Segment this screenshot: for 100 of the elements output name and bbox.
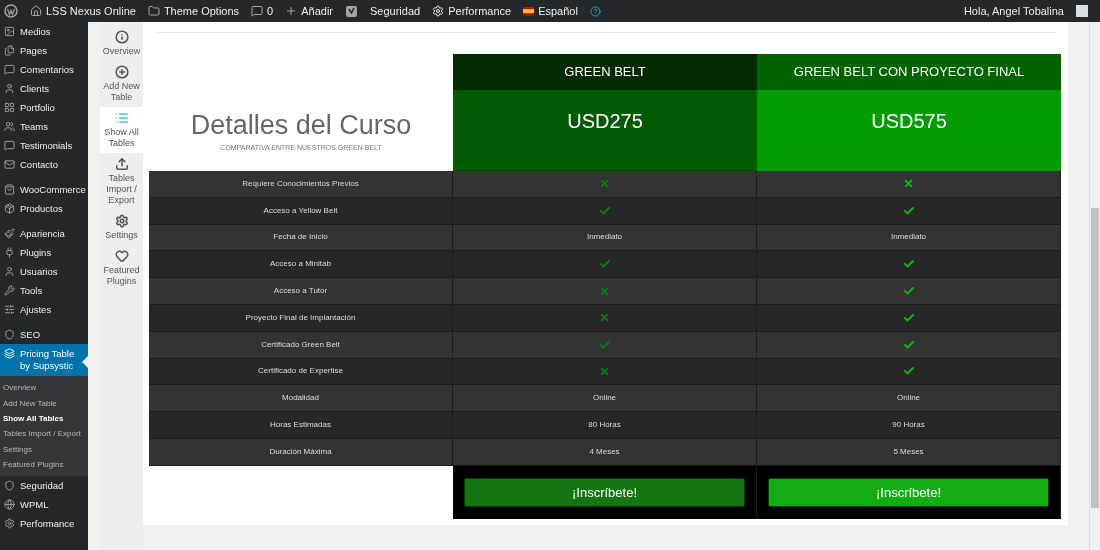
speech-bubble-icon	[4, 139, 15, 151]
feature-value: 80 Horas	[453, 412, 757, 438]
feature-value: Inmediato	[757, 224, 1061, 251]
heart-icon	[114, 249, 129, 263]
admin-menu-item[interactable]: Teams	[0, 117, 88, 136]
admin-submenu-item[interactable]: Show All Tables	[0, 410, 88, 427]
scrollbar[interactable]	[1089, 22, 1100, 550]
admin-menu-item[interactable]: WPML	[0, 495, 88, 515]
add-new-link[interactable]: Añadir	[285, 2, 333, 20]
user-greeting-link[interactable]: Hola, Angel Tobalina	[963, 2, 1064, 20]
wordpress-logo-icon[interactable]	[4, 4, 18, 18]
envelope-icon	[4, 158, 15, 170]
theme-options-link[interactable]: Theme Options	[147, 2, 240, 20]
plan-price: USD275	[567, 109, 643, 134]
feature-label: Acceso a Minitab	[149, 251, 453, 278]
admin-menu-item[interactable]: Plugins	[0, 243, 88, 262]
admin-submenu-item[interactable]: Settings	[0, 441, 88, 457]
plus-icon	[285, 5, 298, 17]
help-icon[interactable]	[589, 5, 601, 17]
plus-circle-icon	[114, 65, 129, 79]
admin-menu-item[interactable]: Performance	[0, 514, 88, 534]
person-icon	[4, 82, 15, 94]
list-icon	[114, 111, 129, 125]
spain-flag-icon	[523, 7, 535, 15]
plan-name: GREEN BELT	[564, 63, 646, 82]
settings-icon	[114, 214, 129, 228]
admin-menu-item[interactable]: Portfolio	[0, 98, 88, 117]
admin-menu-item[interactable]: Clients	[0, 79, 88, 98]
feature-label: Certificado de Expertise	[149, 358, 453, 385]
feature-label: Fecha de Inicio	[149, 224, 453, 251]
admin-submenu-item[interactable]: Add New Table	[0, 395, 88, 411]
plan-name: GREEN BELT CON PROYECTO FINAL	[793, 63, 1025, 82]
feature-label: Acceso a Tutor	[149, 278, 453, 304]
admin-menu-item[interactable]: SEO	[0, 325, 88, 344]
folder-icon	[147, 5, 160, 17]
language-link[interactable]: Español	[523, 2, 578, 20]
person-icon	[4, 265, 15, 277]
feature-label: Proyecto Final de Implantación	[149, 305, 453, 331]
admin-menu-item[interactable]: Pricing Table by Supsystic	[0, 344, 88, 376]
box-icon	[4, 202, 15, 214]
pages-icon	[4, 44, 15, 56]
feature-value: 4 Meses	[453, 438, 757, 465]
table-title: Detalles del Curso	[190, 108, 412, 141]
gear-icon	[432, 5, 445, 17]
current-arrow-icon	[82, 356, 88, 368]
upload-icon	[114, 157, 129, 171]
grid-icon	[4, 101, 15, 113]
plugin-nav-tab[interactable]: Featured Plugins	[100, 245, 143, 291]
scrollbar-thumb[interactable]	[1091, 208, 1099, 508]
feature-label: Requiere Conocimientos Previos	[149, 171, 453, 197]
feature-value: 90 Horas	[757, 412, 1061, 438]
plugin-nav-tab[interactable]: Add New Table	[100, 61, 143, 107]
feature-label: Horas Estimadas	[149, 412, 453, 438]
feature-label: Acceso a Yellow Belt	[149, 197, 453, 224]
brush-icon	[4, 227, 15, 239]
security-link[interactable]: Seguridad	[370, 2, 421, 20]
bag-icon	[4, 183, 15, 195]
feature-label: Modalidad	[149, 385, 453, 412]
comment-icon	[251, 5, 264, 17]
admin-menu-item[interactable]: Medios	[0, 22, 88, 41]
admin-menu-item[interactable]: Testimonials	[0, 136, 88, 155]
comments-link[interactable]: 0	[251, 2, 274, 20]
admin-menu-item[interactable]: Apariencia	[0, 224, 88, 243]
admin-submenu-item[interactable]: Overview	[0, 380, 88, 396]
wrench-icon	[4, 284, 15, 296]
admin-menu-item[interactable]: Pages	[0, 41, 88, 60]
admin-menu-item[interactable]: Productos	[0, 199, 88, 218]
plugin-nav-tab[interactable]: Settings	[100, 210, 143, 245]
gear-icon	[4, 517, 15, 529]
feature-value: Inmediato	[453, 224, 757, 251]
plugin-nav-tab[interactable]: Show All Tables	[100, 107, 143, 153]
layers-icon	[4, 348, 15, 359]
admin-menu-item[interactable]: Tools	[0, 281, 88, 300]
performance-link[interactable]: Performance	[432, 2, 512, 20]
plugin-nav-tab[interactable]: Overview	[100, 26, 143, 61]
shield-icon	[4, 479, 15, 491]
image-icon	[4, 25, 15, 37]
admin-menu-item[interactable]: Contacto	[0, 155, 88, 174]
feature-label: Duración Máxima	[149, 438, 453, 465]
plug-icon	[4, 246, 15, 258]
feature-label: Certificado Green Belt	[149, 331, 453, 358]
feature-value: 5 Meses	[757, 438, 1061, 465]
info-icon	[114, 30, 129, 44]
plugin-nav-tab[interactable]: Tables Import / Export	[100, 153, 143, 210]
admin-menu-item[interactable]: WooCommerce	[0, 180, 88, 199]
feature-value: Online	[757, 385, 1061, 412]
speech-bubble-icon	[4, 63, 15, 75]
seo-plugin-icon[interactable]	[345, 4, 358, 18]
admin-menu-item[interactable]: Usuarios	[0, 262, 88, 281]
shield-icon	[4, 328, 15, 340]
people-icon	[4, 120, 15, 132]
admin-submenu-item[interactable]: Featured Plugins	[0, 456, 88, 473]
admin-submenu-item[interactable]: Tables Import / Export	[0, 426, 88, 442]
site-name-link[interactable]: LSS Nexus Online	[30, 2, 136, 20]
admin-menu-item[interactable]: Seguridad	[0, 476, 88, 496]
feature-value: Online	[453, 385, 757, 412]
admin-menu-item[interactable]: Comentarios	[0, 60, 88, 79]
admin-menu-item[interactable]: Ajustes	[0, 300, 88, 319]
plan-price: USD575	[871, 109, 947, 134]
signup-button[interactable]: ¡Inscríbete!	[464, 477, 745, 507]
